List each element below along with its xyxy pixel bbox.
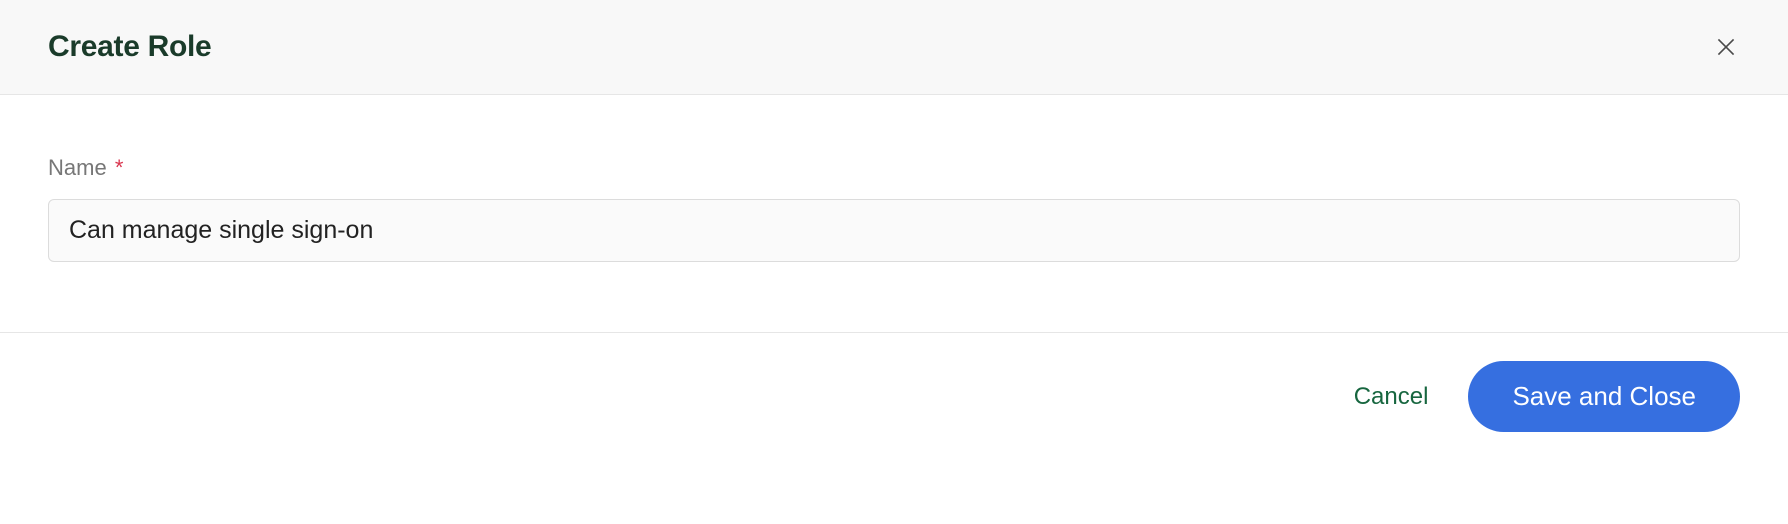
save-and-close-button[interactable]: Save and Close [1468, 361, 1740, 432]
name-input[interactable] [48, 199, 1740, 262]
dialog-footer: Cancel Save and Close [0, 333, 1788, 460]
dialog-header: Create Role [0, 0, 1788, 95]
name-label-text: Name [48, 155, 107, 180]
name-label: Name * [48, 155, 1740, 181]
dialog-title: Create Role [48, 30, 211, 64]
close-button[interactable] [1712, 33, 1740, 61]
form-body: Name * [0, 95, 1788, 333]
close-icon [1713, 34, 1739, 60]
required-indicator: * [115, 155, 124, 180]
cancel-button[interactable]: Cancel [1348, 375, 1435, 419]
